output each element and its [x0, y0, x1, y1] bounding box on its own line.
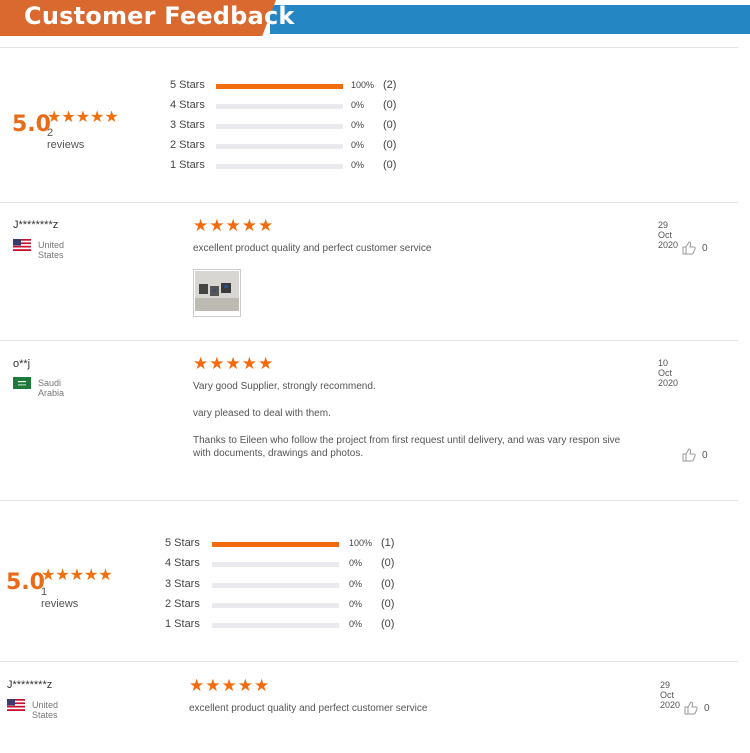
review-text: excellent product quality and perfect cu… [193, 243, 432, 254]
rating-bar-track [216, 164, 343, 169]
rating-bar-count: (0) [381, 577, 395, 590]
average-rating: 5.0 [12, 112, 51, 137]
review-stars: ★★★★★ [193, 354, 275, 373]
reviews-count: 2 reviews [47, 127, 85, 151]
rating-bar-row: 3 Stars 0% (0) [165, 578, 401, 592]
rating-bar-percent: 0% [351, 160, 365, 170]
rating-bar-row: 1 Stars 0% (0) [165, 618, 401, 632]
average-stars: ★★★★★ [41, 567, 113, 584]
rating-bar-label: 4 Stars [170, 99, 205, 111]
page-title: Customer Feedback [24, 2, 295, 30]
review-date: 29 Oct 2020 [658, 220, 679, 250]
rating-bar-track [212, 602, 339, 608]
header-blue-band [270, 5, 750, 34]
thumbs-up-icon [682, 241, 696, 255]
rating-bar-count: (1) [381, 537, 395, 549]
like-button[interactable]: 0 [684, 701, 710, 715]
rating-bar-label: 3 Stars [170, 119, 205, 131]
review-text: Vary good Supplier, strongly recommend. [193, 381, 376, 392]
reviewer-name: J********z [13, 219, 59, 231]
rating-bar-percent: 100% [349, 538, 373, 548]
review-stars: ★★★★★ [193, 216, 275, 235]
rating-bar-count: (0) [381, 618, 395, 631]
review-text: excellent product quality and perfect cu… [189, 703, 428, 714]
review-stars: ★★★★★ [189, 676, 271, 695]
thumbs-up-icon [684, 701, 698, 715]
rating-bar-row: 1 Stars 0% (0) [170, 159, 403, 173]
like-count: 0 [702, 242, 708, 254]
divider [0, 500, 738, 501]
average-stars: ★★★★★ [47, 109, 119, 126]
rating-bar-label: 3 Stars [165, 577, 200, 590]
rating-bar-fill [212, 542, 339, 547]
rating-bar-count: (0) [383, 119, 397, 131]
section-header: Customer Feedback [0, 0, 750, 40]
review-photo[interactable] [193, 269, 241, 317]
product-photo-image [195, 271, 239, 311]
rating-bar-percent: 0% [349, 598, 363, 609]
reviewer-name: o**j [13, 358, 31, 370]
rating-bar-track [212, 562, 339, 568]
divider [0, 661, 738, 662]
review-date: 29 Oct 2020 [660, 680, 681, 710]
rating-bar-fill [216, 84, 343, 89]
reviewer-country: Saudi Arabia [38, 378, 65, 398]
us-flag-icon [13, 239, 31, 251]
review-text: Thanks to Eileen who follow the project … [193, 435, 621, 459]
reviews-count: 1 reviews [41, 586, 79, 610]
rating-bar-row: 2 Stars 0% (0) [165, 598, 401, 612]
thumbs-up-icon [682, 448, 696, 462]
reviewer-name: J********z [7, 679, 53, 691]
like-count: 0 [702, 449, 708, 461]
rating-bar-label: 4 Stars [165, 557, 200, 570]
rating-bar-label: 5 Stars [170, 79, 205, 91]
reviewer-country: United States [38, 240, 65, 260]
rating-bar-percent: 0% [351, 120, 365, 130]
rating-bar-track [216, 84, 343, 89]
divider [0, 202, 738, 203]
like-button[interactable]: 0 [682, 241, 708, 255]
divider [0, 47, 738, 48]
rating-bar-percent: 0% [351, 100, 365, 110]
rating-bar-percent: 0% [349, 619, 363, 630]
rating-bar-label: 2 Stars [170, 139, 205, 151]
rating-bar-count: (0) [383, 139, 397, 151]
reviewer-country: United States [32, 700, 59, 720]
rating-bar-track [216, 124, 343, 129]
rating-bar-track [212, 623, 339, 629]
rating-bar-count: (0) [383, 159, 397, 171]
rating-bar-row: 3 Stars 0% (0) [170, 119, 403, 133]
us-flag-icon [7, 699, 25, 711]
review-text: vary pleased to deal with them. [193, 408, 331, 419]
rating-bar-percent: 0% [349, 558, 363, 569]
divider [0, 340, 738, 341]
rating-bar-track [216, 144, 343, 149]
rating-bar-label: 1 Stars [165, 618, 200, 631]
saudi-flag-icon [13, 377, 31, 389]
rating-bar-percent: 100% [351, 80, 375, 90]
rating-bar-row: 5 Stars 100% (2) [170, 79, 403, 93]
rating-bar-track [212, 582, 339, 588]
rating-bar-percent: 0% [351, 140, 365, 150]
rating-bar-count: (0) [383, 99, 397, 111]
like-button[interactable]: 0 [682, 448, 708, 462]
average-rating: 5.0 [6, 570, 45, 595]
review-date: 10 Oct 2020 [658, 358, 679, 388]
rating-bar-row: 5 Stars 100% (1) [165, 537, 401, 551]
like-count: 0 [704, 702, 710, 714]
rating-bar-track [216, 104, 343, 109]
rating-bar-label: 5 Stars [165, 537, 200, 549]
rating-bar-row: 4 Stars 0% (0) [170, 99, 403, 113]
rating-bar-count: (0) [381, 597, 395, 610]
rating-bar-label: 1 Stars [170, 159, 205, 171]
rating-bar-label: 2 Stars [165, 597, 200, 610]
rating-bar-row: 4 Stars 0% (0) [165, 557, 401, 571]
rating-bar-count: (2) [383, 79, 397, 91]
rating-bar-row: 2 Stars 0% (0) [170, 139, 403, 153]
rating-bar-track [212, 542, 339, 547]
rating-bar-count: (0) [381, 557, 395, 570]
rating-bar-percent: 0% [349, 578, 363, 589]
